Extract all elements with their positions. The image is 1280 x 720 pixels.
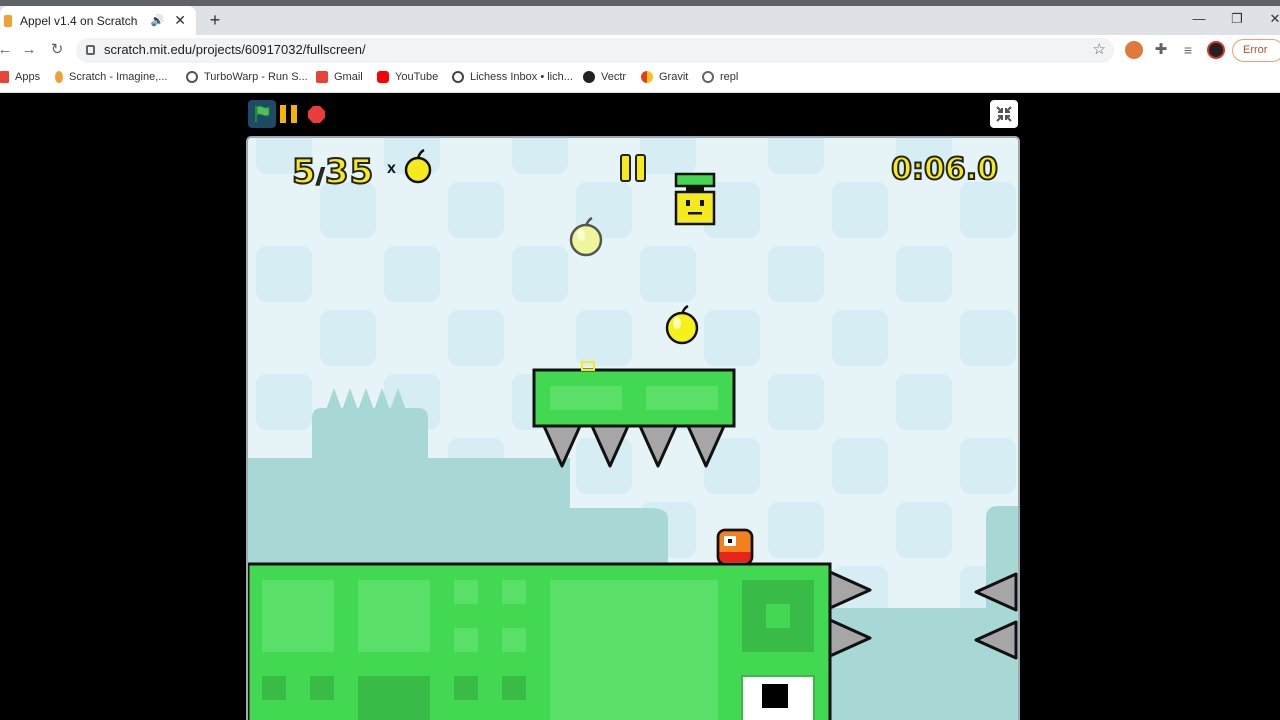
back-arrow-icon[interactable]: ← [0,38,16,62]
bookmark-label: YouTube [395,71,439,83]
multiplier-sign: x [387,160,396,177]
profile-error-button[interactable]: Error [1232,39,1280,62]
apples-separator: / [316,163,325,189]
background-tile [704,310,760,366]
game-timer: 0:06.0 [890,151,999,188]
close-tab-icon[interactable]: ✕ [174,12,186,29]
bookmark-label: Gmail [334,71,363,83]
bookmark-label: repl [720,71,739,83]
background-tile [960,310,1016,366]
puzzle-icon[interactable]: ✚ [1152,41,1170,59]
bookmark-gravit[interactable]: Gravit [641,71,688,83]
youtube-icon [377,71,389,83]
gmail-icon [316,71,328,83]
tab-appel[interactable]: Appel v1.4 on Scratch 🔊 ✕ [0,6,196,35]
lock-icon [86,45,95,55]
bookmark-star-icon[interactable]: ☆ [1093,40,1106,58]
apps-grid-icon [0,71,9,83]
exit-fullscreen-button[interactable] [990,100,1018,128]
address-bar[interactable]: scratch.mit.edu/projects/60917032/fullsc… [76,38,1114,63]
bookmark-repl[interactable]: repl [702,71,738,83]
gravit-icon [641,71,653,83]
exit-fullscreen-icon [996,106,1012,122]
extension-icon[interactable] [1125,41,1143,59]
background-tile [768,502,824,558]
background-tile [640,138,696,174]
bookmark-label: Lichess Inbox • lich... [470,71,573,83]
vectr-icon [583,71,595,83]
tab-title: Appel v1.4 on Scratch [20,13,138,28]
background-tile [768,246,824,302]
background-tile [256,374,312,430]
bookmark-label: Scratch - Imagine,... [69,71,168,83]
bookmark-label: Apps [15,71,41,83]
background-tile [576,310,632,366]
scratch-favicon-icon [4,14,12,27]
background-tile [832,182,888,238]
bookmark-gmail[interactable]: Gmail [316,71,363,83]
bookmark-scratch[interactable]: Scratch - Imagine,... [55,71,167,83]
pause-button[interactable] [280,105,298,123]
apple-collectible [665,304,699,345]
background-tile [448,310,504,366]
background-tile [832,310,888,366]
bookmark-label: Gravit [659,71,689,83]
media-queue-icon[interactable]: ≡ [1179,41,1197,59]
background-tile [640,246,696,302]
repl-icon [702,71,714,83]
background-tile [512,246,568,302]
stop-button[interactable] [308,106,325,123]
background-tile [448,182,504,238]
apple-counter: 5/35 [291,151,375,193]
apples-collected: 5 [291,151,317,193]
restore-button[interactable]: ❐ [1218,6,1256,35]
background-tile [832,438,888,494]
turbowarp-icon [186,71,198,83]
tab-bar: Appel v1.4 on Scratch 🔊 ✕ + — ❐ ✕ [0,6,1280,35]
speaker-icon[interactable]: 🔊 [151,14,165,27]
reload-icon[interactable]: ↻ [46,38,68,62]
background-tile [896,502,952,558]
player-character [716,528,754,566]
background-tile [256,246,312,302]
bookmark-label: Vectr [601,71,627,83]
stage-controls [248,98,1020,130]
lichess-icon [452,71,464,83]
bookmark-turbowarp[interactable]: TurboWarp - Run S... [186,71,308,83]
ceiling-spikes [542,424,726,468]
green-flag-icon [255,105,270,122]
url-text[interactable]: scratch.mit.edu/projects/60917032/fullsc… [104,42,366,57]
bookmark-lichess[interactable]: Lichess Inbox • lich... [452,71,573,83]
yellow-block-character [674,172,716,226]
minimize-button[interactable]: — [1180,6,1218,35]
close-window-button[interactable]: ✕ [1256,6,1280,35]
profile-avatar[interactable] [1207,41,1225,59]
game-stage[interactable]: 5/35 x 0:06.0 [246,136,1020,720]
background-tile [384,246,440,302]
apples-total: 35 [324,151,375,193]
background-tile [960,438,1016,494]
bookmark-youtube[interactable]: YouTube [377,71,438,83]
new-tab-button[interactable]: + [204,9,226,31]
scratch-icon [55,71,63,83]
bookmarks-bar: Apps Scratch - Imagine,... TurboWarp - R… [0,66,1280,93]
background-tile [768,138,824,174]
background-tile [320,310,376,366]
forward-arrow-icon[interactable]: → [18,38,40,62]
bookmark-apps[interactable]: Apps [0,71,40,83]
bookmark-vectr[interactable]: Vectr [583,71,626,83]
background-tile [896,374,952,430]
background-tile [512,138,568,174]
background-tile [896,246,952,302]
ground-block [248,562,832,720]
background-tile [768,374,824,430]
bookmark-label: TurboWarp - Run S... [204,71,308,83]
game-pause-button[interactable] [620,154,648,182]
game-scene [248,138,1018,720]
floating-platform [532,361,736,428]
browser-toolbar: ← → ↻ scratch.mit.edu/projects/60917032/… [0,35,1280,66]
background-tile [960,182,1016,238]
green-flag-button[interactable] [248,100,276,128]
